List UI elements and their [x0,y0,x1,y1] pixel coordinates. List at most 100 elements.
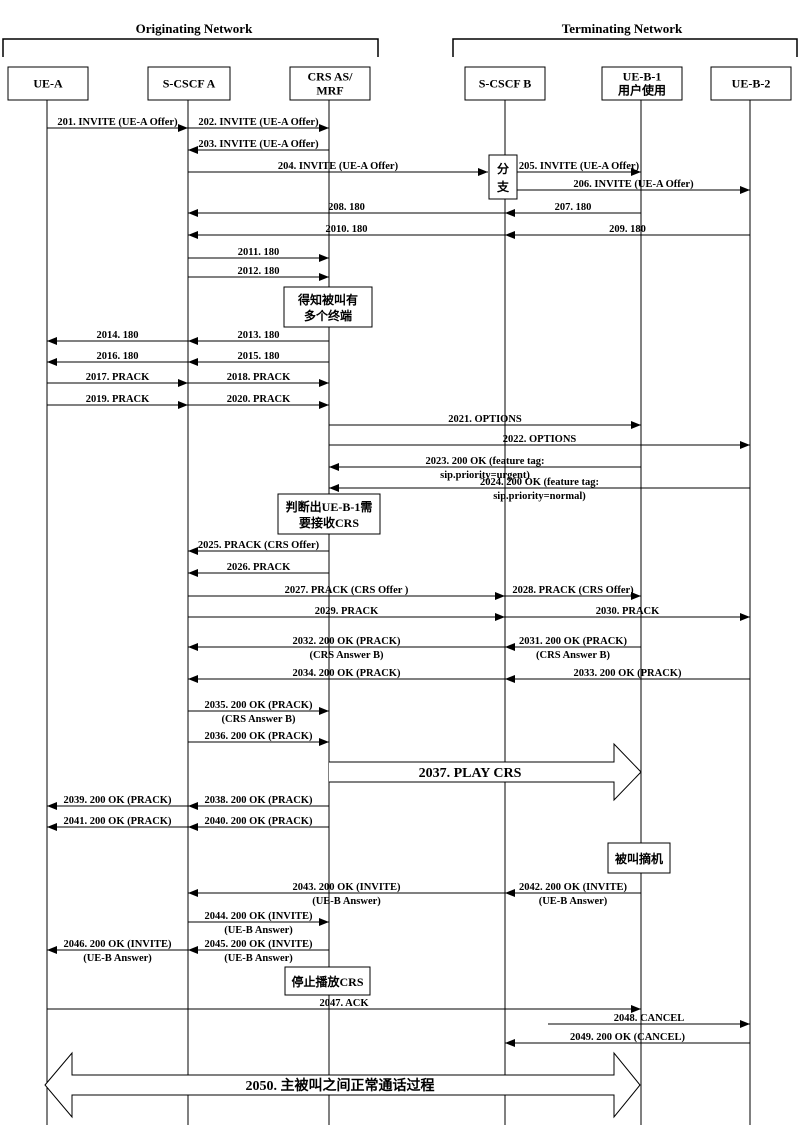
big-arrow-label: 2037. PLAY CRS [419,766,522,781]
message-2032: 2032. 200 OK (PRACK) (CRS Answer B) [188,636,505,661]
message-label: 2028. PRACK (CRS Offer) [512,585,634,596]
note-label: 支 [496,179,510,194]
entity-label: UE-A [33,77,63,91]
message-label: 2033. 200 OK (PRACK) [574,668,682,679]
note-label: 分 [497,161,509,176]
message-2011: 2011. 180 [188,247,329,262]
message-2029: 2029. PRACK [188,606,505,621]
message-label: 2018. PRACK [227,372,291,383]
message-label: 2013. 180 [238,330,280,341]
message-2016: 2016. 180 [47,351,188,366]
entity-sb: S-CSCF B [464,66,546,101]
message-2012: 2012. 180 [188,266,329,281]
message-label: 206. INVITE (UE-A Offer) [573,179,694,190]
message-label: 208. 180 [328,202,365,213]
message-label: 2041. 200 OK (PRACK) [64,816,172,827]
message-label: 2025. PRACK (CRS Offer) [198,540,320,551]
message-label: 2045. 200 OK (INVITE) [205,939,313,950]
message-2025: 2025. PRACK (CRS Offer) [188,540,329,555]
message-label: 2034. 200 OK (PRACK) [293,668,401,679]
note-callee-answer: 被叫摘机 [607,842,671,874]
network-bracket [2,38,379,57]
message-label: 2042. 200 OK (INVITE) [519,882,627,893]
message-207: 207. 180 [505,202,641,217]
message-label: 2010. 180 [326,224,368,235]
entity-label: MRF [316,84,343,98]
message-202: 202. INVITE (UE-A Offer) [188,117,329,132]
message-label: 2030. PRACK [596,606,660,617]
message-2019: 2019. PRACK [47,394,188,409]
message-label: 2019. PRACK [86,394,150,405]
message-label: 2027. PRACK (CRS Offer ) [285,585,409,596]
entity-ueb1: UE-B-1用户使用 [601,66,683,101]
message-label: 201. INVITE (UE-A Offer) [57,117,178,128]
note-label: 判断出UE-B-1需 [286,499,373,514]
message-sublabel: sip.priority=normal) [493,491,586,502]
entity-label: UE-B-2 [732,77,771,91]
message-label: 204. INVITE (UE-A Offer) [278,161,399,172]
message-label: 2040. 200 OK (PRACK) [205,816,313,827]
entity-ueb2: UE-B-2 [710,66,792,101]
sequence-diagram: Originating Network Terminating Network U… [2,21,798,1125]
message-2034: 2034. 200 OK (PRACK) [188,668,505,683]
message-2021: 2021. OPTIONS [329,414,641,429]
message-sublabel: (UE-B Answer) [312,896,381,907]
note-label: 停止播放CRS [291,974,363,989]
message-label: 2048. CANCEL [614,1013,685,1024]
entity-label: S-CSCF B [479,77,532,91]
message-label: 207. 180 [555,202,592,213]
message-sublabel: (UE-B Answer) [83,953,152,964]
message-2041: 2041. 200 OK (PRACK) [47,816,188,831]
message-206: 206. INVITE (UE-A Offer) [517,179,750,194]
message-2014: 2014. 180 [47,330,188,345]
message-203: 203. INVITE (UE-A Offer) [188,139,329,154]
note-label: 多个终端 [304,308,352,323]
network-term: Terminating Network [452,21,798,57]
network-orig: Originating Network [2,21,379,57]
message-2046: 2046. 200 OK (INVITE) (UE-B Answer) [47,939,188,964]
network-bracket [452,38,798,57]
message-2049: 2049. 200 OK (CANCEL) [505,1032,750,1047]
message-label: 2015. 180 [238,351,280,362]
message-label: 2044. 200 OK (INVITE) [205,911,313,922]
message-label: 2017. PRACK [86,372,150,383]
message-2040: 2040. 200 OK (PRACK) [188,816,329,831]
message-2033: 2033. 200 OK (PRACK) [505,668,750,683]
message-2043: 2043. 200 OK (INVITE) (UE-B Answer) [188,882,505,907]
message-label: 2029. PRACK [315,606,379,617]
message-2015: 2015. 180 [188,351,329,366]
message-label: 2023. 200 OK (feature tag: [425,456,544,467]
note-decide-ueb1: 判断出UE-B-1需要接收CRS [277,493,381,535]
message-2022: 2022. OPTIONS [329,434,750,449]
message-2047: 2047. ACK [47,998,641,1013]
message-label: 2011. 180 [238,247,279,258]
message-2030: 2030. PRACK [505,606,750,621]
message-2039: 2039. 200 OK (PRACK) [47,795,188,810]
message-label: 2046. 200 OK (INVITE) [64,939,172,950]
note-fork: 分支 [488,154,518,200]
message-label: 2014. 180 [97,330,139,341]
message-label: 2021. OPTIONS [448,414,522,425]
message-2017: 2017. PRACK [47,372,188,387]
note-label: 被叫摘机 [615,851,663,866]
message-label: 205. INVITE (UE-A Offer) [519,161,640,172]
message-label: 2020. PRACK [227,394,291,405]
message-2018: 2018. PRACK [188,372,329,387]
entity-label: 用户使用 [617,83,666,98]
entity-label: CRS AS/ [307,70,353,84]
big-arrow-label: 2050. 主被叫之间正常通话过程 [246,1077,435,1094]
message-209: 209. 180 [505,224,750,239]
note-stop-crs: 停止播放CRS [284,966,371,996]
note-multi-terminal: 得知被叫有多个终端 [283,286,373,328]
message-sublabel: (UE-B Answer) [224,953,293,964]
message-sublabel: (CRS Answer B) [222,714,296,725]
message-label: 2049. 200 OK (CANCEL) [570,1032,685,1043]
message-label: 202. INVITE (UE-A Offer) [198,117,319,128]
entity-sa: S-CSCF A [147,66,231,101]
message-sublabel: (CRS Answer B) [536,650,610,661]
message-label: 2026. PRACK [227,562,291,573]
message-label: 2022. OPTIONS [503,434,577,445]
message-label: 2012. 180 [238,266,280,277]
message-label: 2043. 200 OK (INVITE) [293,882,401,893]
message-2044: 2044. 200 OK (INVITE) (UE-B Answer) [188,911,329,936]
